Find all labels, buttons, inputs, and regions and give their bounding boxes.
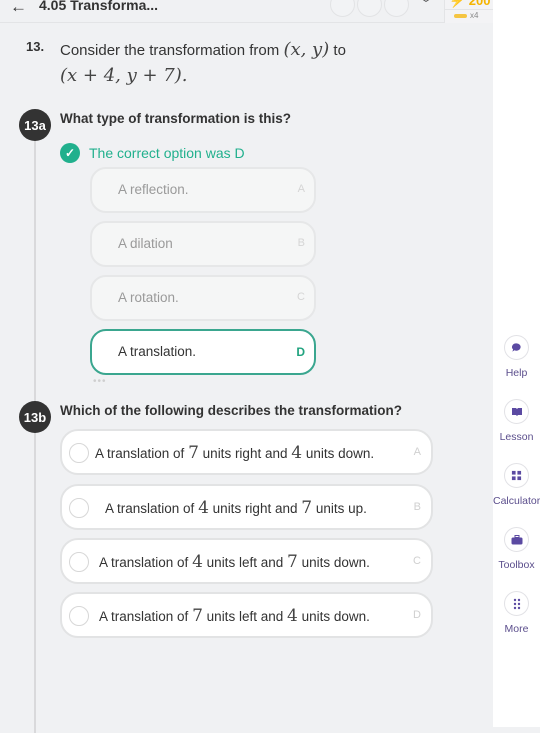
choice-13a-a[interactable]: A reflection. A xyxy=(90,167,316,213)
choice-text: units left and xyxy=(206,609,284,624)
choice-label: A translation of 7 units left and 4 unit… xyxy=(99,606,370,626)
choice-label: A rotation. xyxy=(118,290,179,305)
tool-label: Calculator xyxy=(493,495,540,507)
lesson-title: 4.05 Transforma... xyxy=(39,0,159,13)
math-from: (x, y) xyxy=(283,39,330,60)
choice-text: A translation of xyxy=(99,555,189,570)
choice-text: A translation of xyxy=(95,446,185,461)
choice-letter: B xyxy=(297,237,305,249)
choice-label: A translation. xyxy=(118,344,197,359)
choice-number: 4 xyxy=(198,498,209,518)
choice-text: A translation of xyxy=(105,501,195,516)
radio-button[interactable] xyxy=(69,552,89,572)
choice-13a-c[interactable]: A rotation. C xyxy=(90,275,316,321)
chat-bubble-icon xyxy=(504,335,529,360)
book-icon xyxy=(504,399,529,424)
check-circle-icon: ✓ xyxy=(60,143,80,163)
choice-letter: A xyxy=(413,446,421,458)
choice-text: units down. xyxy=(301,609,370,624)
choice-number: 7 xyxy=(192,606,203,626)
choice-number: 4 xyxy=(192,552,203,572)
question-number: 13. xyxy=(26,39,45,54)
choice-number: 7 xyxy=(287,552,298,572)
choice-text: A translation of xyxy=(99,609,189,624)
briefcase-icon xyxy=(504,527,529,552)
progress-dot[interactable] xyxy=(384,0,409,17)
choice-13b-d[interactable]: A translation of 7 units left and 4 unit… xyxy=(60,592,433,638)
top-bar: ← 4.05 Transforma... ﹀ ⚡ 200 x4 xyxy=(0,0,494,23)
more-dots-icon[interactable]: ••• xyxy=(93,376,107,387)
tool-more[interactable]: More xyxy=(493,591,540,635)
question-to: to xyxy=(333,42,346,59)
tool-calculator[interactable]: Calculator xyxy=(493,463,540,507)
tool-help[interactable]: Help xyxy=(493,335,540,379)
part-13b-prompt: Which of the following describes the tra… xyxy=(60,403,403,418)
choice-13b-a[interactable]: A translation of 7 units right and 4 uni… xyxy=(60,429,433,475)
choice-13b-c[interactable]: A translation of 4 units left and 7 unit… xyxy=(60,538,433,584)
choice-13b-b[interactable]: A translation of 4 units right and 7 uni… xyxy=(60,484,433,530)
streak-indicator: x4 xyxy=(454,11,478,20)
choice-letter: D xyxy=(296,345,305,359)
question-intro: Consider the transformation from xyxy=(60,42,280,59)
question-text: Consider the transformation from (x, y) … xyxy=(60,37,420,89)
choice-text: units right and xyxy=(212,501,298,516)
tool-label: Help xyxy=(505,367,528,379)
choice-label: A translation of 4 units left and 7 unit… xyxy=(99,552,370,572)
points-divider xyxy=(445,9,494,10)
choice-number: 7 xyxy=(188,443,199,463)
choice-letter: C xyxy=(413,555,421,567)
choice-number: 4 xyxy=(287,606,298,626)
choice-label: A translation of 4 units right and 7 uni… xyxy=(105,498,367,518)
points-value: ⚡ 200 xyxy=(449,0,491,8)
feedback-text: The correct option was D xyxy=(89,145,245,161)
radio-button[interactable] xyxy=(69,498,89,518)
tool-lesson[interactable]: Lesson xyxy=(493,399,540,443)
math-to: (x + 4, y + 7). xyxy=(60,65,188,86)
choice-text: units down. xyxy=(301,555,370,570)
progress-dot[interactable] xyxy=(330,0,355,17)
choice-label: A dilation xyxy=(118,236,173,251)
question-content: 13. Consider the transformation from (x,… xyxy=(0,23,493,733)
tools-sidebar: Help Lesson Calculator Toolbox More xyxy=(493,0,540,727)
tool-label: More xyxy=(504,623,529,635)
tool-label: Lesson xyxy=(499,431,534,443)
choice-text: units right and xyxy=(202,446,288,461)
choice-letter: A xyxy=(297,183,305,195)
choice-letter: D xyxy=(413,609,421,621)
choice-label: A reflection. xyxy=(118,182,189,197)
points-box: ⚡ 200 x4 xyxy=(444,0,494,23)
radio-button[interactable] xyxy=(69,443,89,463)
tool-label: Toolbox xyxy=(498,559,535,571)
streak-bar-icon xyxy=(454,13,467,18)
choice-text: units left and xyxy=(206,555,284,570)
choice-text: units down. xyxy=(305,446,375,461)
dots-grid-icon xyxy=(504,591,529,616)
tool-toolbox[interactable]: Toolbox xyxy=(493,527,540,571)
streak-multiplier: x4 xyxy=(470,11,479,20)
progress-dot[interactable] xyxy=(357,0,382,17)
choice-13a-b[interactable]: A dilation B xyxy=(90,221,316,267)
calculator-icon xyxy=(504,463,529,488)
choice-letter: B xyxy=(413,501,421,513)
radio-button[interactable] xyxy=(69,606,89,626)
choice-number: 4 xyxy=(291,443,303,463)
chevron-down-icon[interactable]: ﹀ xyxy=(419,0,433,14)
part-13a-prompt: What type of transformation is this? xyxy=(60,111,292,126)
choice-number: 7 xyxy=(301,498,313,518)
part-badge-13b: 13b xyxy=(19,401,51,433)
correct-feedback: ✓ The correct option was D xyxy=(60,143,245,163)
choice-13a-d-correct[interactable]: A translation. D xyxy=(90,329,316,375)
timeline-line xyxy=(34,133,36,733)
choice-letter: C xyxy=(297,291,305,303)
choice-label: A translation of 7 units right and 4 uni… xyxy=(95,443,374,463)
part-badge-13a: 13a xyxy=(19,109,51,141)
choice-text: units up. xyxy=(315,501,367,516)
back-arrow-icon[interactable]: ← xyxy=(10,0,27,17)
